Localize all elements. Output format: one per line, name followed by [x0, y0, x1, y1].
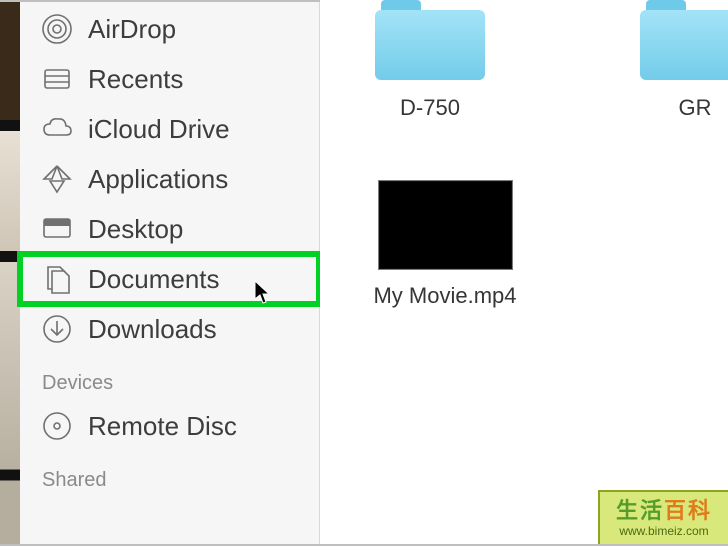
sidebar-item-label: Desktop: [88, 214, 183, 245]
downloads-icon: [40, 312, 74, 346]
sidebar-item-recents[interactable]: Recents: [20, 54, 319, 104]
recents-icon: [40, 62, 74, 96]
folder-label: GR: [679, 94, 712, 122]
finder-sidebar: AirDrop Recents iCloud Drive Application…: [20, 0, 320, 546]
applications-icon: [40, 162, 74, 196]
watermark: 生活百科 www.bimeiz.com: [598, 490, 728, 546]
sidebar-item-label: Remote Disc: [88, 411, 237, 442]
background-photo-strip: [0, 0, 20, 546]
icloud-icon: [40, 112, 74, 146]
sidebar-section-shared: Shared: [20, 451, 319, 498]
sidebar-item-airdrop[interactable]: AirDrop: [20, 4, 319, 54]
folder-item[interactable]: GR: [625, 0, 728, 122]
watermark-url: www.bimeiz.com: [619, 524, 708, 538]
folder-icon: [640, 0, 728, 80]
file-label: My Movie.mp4: [373, 282, 516, 310]
folder-label: D-750: [400, 94, 460, 122]
sidebar-section-devices: Devices: [20, 354, 319, 401]
airdrop-icon: [40, 12, 74, 46]
desktop-icon: [40, 212, 74, 246]
sidebar-item-documents[interactable]: Documents: [20, 254, 319, 304]
sidebar-item-label: Applications: [88, 164, 228, 195]
watermark-text: 生活百科: [616, 500, 712, 522]
folder-icon: [375, 0, 485, 80]
remote-disc-icon: [40, 409, 74, 443]
sidebar-item-label: Downloads: [88, 314, 217, 345]
sidebar-item-label: Documents: [88, 264, 220, 295]
sidebar-item-label: Recents: [88, 64, 183, 95]
folder-row: D-750 GR: [320, 0, 728, 122]
sidebar-item-icloud[interactable]: iCloud Drive: [20, 104, 319, 154]
file-item[interactable]: My Movie.mp4: [370, 180, 520, 310]
finder-content: D-750 GR My Movie.mp4: [320, 0, 728, 546]
video-thumbnail-icon: [378, 180, 513, 270]
sidebar-item-desktop[interactable]: Desktop: [20, 204, 319, 254]
sidebar-item-applications[interactable]: Applications: [20, 154, 319, 204]
sidebar-item-remote-disc[interactable]: Remote Disc: [20, 401, 319, 451]
sidebar-item-label: iCloud Drive: [88, 114, 230, 145]
sidebar-item-label: AirDrop: [88, 14, 176, 45]
sidebar-item-downloads[interactable]: Downloads: [20, 304, 319, 354]
folder-item[interactable]: D-750: [360, 0, 500, 122]
documents-icon: [40, 262, 74, 296]
